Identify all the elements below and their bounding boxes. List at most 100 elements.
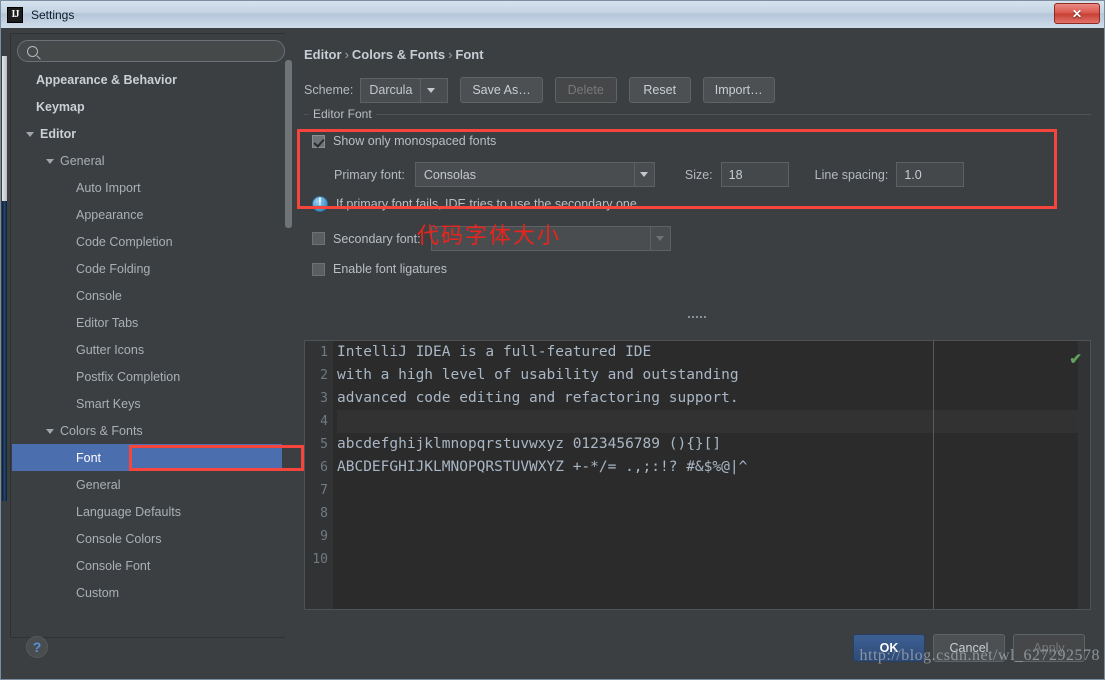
sidebar-item-label: General	[76, 477, 121, 492]
code-line	[337, 410, 1090, 433]
scheme-value: Darcula	[369, 83, 413, 97]
ligatures-label: Enable font ligatures	[333, 262, 447, 276]
sidebar-item-code-completion[interactable]: Code Completion	[12, 228, 282, 255]
sidebar-item-appearance[interactable]: Appearance	[12, 201, 282, 228]
sidebar-item-label: Keymap	[36, 99, 85, 114]
sidebar-item-smart-keys[interactable]: Smart Keys	[12, 390, 282, 417]
sidebar-item-keymap[interactable]: Keymap	[12, 93, 282, 120]
sidebar-item-label: Console Colors	[76, 531, 162, 546]
line-number: 7	[320, 483, 328, 498]
sidebar-item-label: Colors & Fonts	[60, 423, 143, 438]
sidebar-item-custom[interactable]: Custom	[12, 579, 282, 606]
sidebar-item-general[interactable]: General	[12, 471, 282, 498]
sidebar-item-label: Gutter Icons	[76, 342, 145, 357]
chevron-down-icon[interactable]	[633, 163, 654, 186]
sidebar-scrollbar-thumb[interactable]	[285, 60, 292, 228]
sidebar-item-appearance-behavior[interactable]: Appearance & Behavior	[12, 66, 282, 93]
import-button[interactable]: Import…	[702, 77, 775, 103]
sidebar-item-colors-fonts[interactable]: Colors & Fonts	[12, 417, 282, 444]
primary-font-label: Primary font:	[334, 167, 405, 182]
sidebar-item-gutter-icons[interactable]: Gutter Icons	[12, 336, 282, 363]
sidebar-item-label: Smart Keys	[76, 396, 141, 411]
window-title: Settings	[31, 7, 75, 22]
sidebar-item-editor[interactable]: Editor	[12, 120, 282, 147]
secondary-font-hint: If primary font fails, IDE tries to use …	[336, 197, 637, 211]
sidebar-item-label: Appearance	[76, 207, 144, 222]
chevron-down-icon[interactable]	[46, 159, 54, 164]
code-line: abcdefghijklmnopqrstuvwxyz 0123456789 ()…	[337, 436, 722, 452]
chevron-down-icon[interactable]	[46, 429, 54, 434]
sidebar-item-code-folding[interactable]: Code Folding	[12, 255, 282, 282]
help-icon[interactable]: ?	[26, 636, 48, 658]
inspection-ok-icon: ✔	[1069, 351, 1082, 368]
info-icon	[312, 196, 328, 212]
show-monospaced-checkbox[interactable]	[312, 134, 325, 148]
splitter-handle-icon	[688, 315, 706, 318]
intellij-logo-icon: IJ	[7, 6, 23, 23]
line-number: 6	[320, 460, 328, 475]
editor-line-number-gutter: 1 2 3 4 5 6 7 8 9 10	[305, 341, 333, 609]
preview-splitter[interactable]	[309, 311, 1085, 322]
sidebar-search-wrap	[11, 34, 291, 64]
sidebar-item-console[interactable]: Console	[12, 282, 282, 309]
show-monospaced-row[interactable]: Show only monospaced fonts	[312, 134, 496, 148]
sidebar-item-auto-import[interactable]: Auto Import	[12, 174, 282, 201]
breadcrumb-part-colors-fonts[interactable]: Colors & Fonts	[352, 47, 445, 62]
ligatures-checkbox[interactable]	[312, 262, 325, 276]
scheme-toolbar: Scheme: Darcula Save As… Delete Reset Im…	[304, 77, 775, 103]
settings-sidebar: Appearance & Behavior Keymap Editor General…	[10, 33, 292, 638]
editor-font-group-title: Editor Font	[309, 107, 376, 121]
save-as-button[interactable]: Save As…	[460, 77, 543, 103]
font-size-input[interactable]: 18	[720, 162, 789, 187]
sidebar-item-label: Code Completion	[76, 234, 173, 249]
sidebar-item-general[interactable]: General	[12, 147, 282, 174]
secondary-font-hint-row: If primary font fails, IDE tries to use …	[312, 196, 637, 212]
sidebar-item-label: Code Folding	[76, 261, 151, 276]
sidebar-item-label: Editor	[40, 126, 77, 141]
line-number: 8	[320, 506, 328, 521]
ligatures-row[interactable]: Enable font ligatures	[312, 262, 447, 276]
sidebar-item-editor-tabs[interactable]: Editor Tabs	[12, 309, 282, 336]
search-box[interactable]	[17, 40, 285, 62]
search-input[interactable]	[38, 44, 275, 58]
watermark-url: http://blog.csdn.net/wl_627292578	[859, 647, 1100, 664]
font-preview-editor[interactable]: 1 2 3 4 5 6 7 8 9 10 IntelliJ IDEA is a full-feat…	[304, 340, 1091, 610]
sidebar-item-console-colors[interactable]: Console Colors	[12, 525, 282, 552]
window-titlebar[interactable]: IJ Settings ✕	[1, 1, 1104, 28]
code-line: IntelliJ IDEA is a full-featured IDE	[337, 344, 652, 360]
breadcrumb-separator: ›	[448, 47, 453, 62]
desktop-background: IJ Settings ✕ Appearance & Behavior Keyma…	[0, 0, 1105, 680]
window-edge-highlight	[2, 56, 7, 201]
sidebar-item-label: Console Font	[76, 558, 151, 573]
breadcrumb-part-editor[interactable]: Editor	[304, 47, 342, 62]
secondary-font-checkbox[interactable]	[312, 232, 325, 245]
breadcrumb: Editor › Colors & Fonts › Font	[304, 47, 484, 62]
sidebar-item-label: Console	[76, 288, 122, 303]
inspection-gutter[interactable]	[1078, 341, 1090, 609]
sidebar-item-language-defaults[interactable]: Language Defaults	[12, 498, 282, 525]
line-number: 3	[320, 391, 328, 406]
line-spacing-label: Line spacing:	[814, 167, 889, 182]
line-number: 1	[320, 345, 328, 360]
code-line: with a high level of usability and outst…	[337, 367, 739, 383]
delete-button: Delete	[554, 77, 617, 103]
chevron-down-icon[interactable]	[420, 78, 440, 102]
window-edge-accent	[2, 201, 7, 501]
settings-dialog-body: Appearance & Behavior Keymap Editor General…	[2, 28, 1104, 679]
sidebar-item-label: Font	[76, 450, 102, 465]
annotation-text-cn: 代码字体大小	[417, 224, 562, 249]
primary-font-dropdown[interactable]: Consolas	[414, 162, 655, 187]
scheme-dropdown[interactable]: Darcula	[360, 77, 449, 103]
chevron-down-icon[interactable]	[26, 132, 34, 137]
code-line: advanced code editing and refactoring su…	[337, 390, 739, 406]
line-spacing-input[interactable]: 1.0	[896, 162, 965, 187]
sidebar-item-font[interactable]: Font	[12, 444, 282, 471]
reset-button[interactable]: Reset	[628, 77, 691, 103]
sidebar-item-console-font[interactable]: Console Font	[12, 552, 282, 579]
close-icon[interactable]: ✕	[1054, 3, 1100, 24]
sidebar-item-postfix-completion[interactable]: Postfix Completion	[12, 363, 282, 390]
